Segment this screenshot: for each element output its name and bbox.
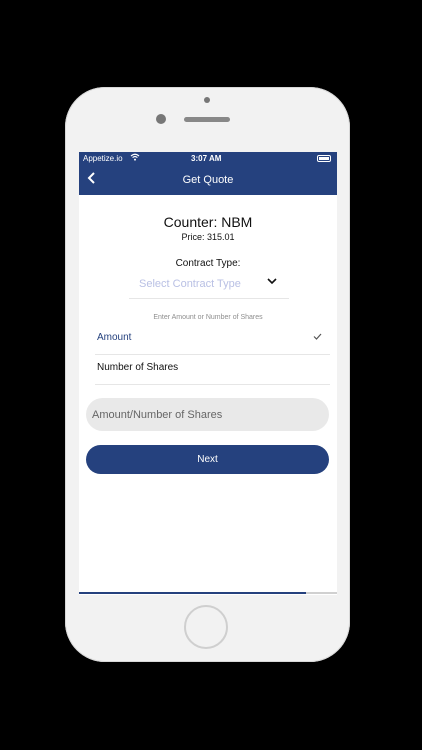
option-amount[interactable]: Amount — [95, 324, 330, 355]
sensor-dot — [204, 97, 210, 103]
amount-shares-input[interactable] — [86, 398, 329, 431]
counter-label: Counter: NBM — [163, 214, 253, 230]
next-button[interactable]: Next — [86, 445, 329, 474]
contract-type-label: Contract Type: — [175, 258, 241, 269]
battery-icon — [317, 155, 331, 162]
earpiece-speaker — [184, 117, 230, 122]
contract-type-placeholder: Select Contract Type — [139, 278, 241, 290]
status-bar: Appetize.io 3:07 AM — [79, 152, 337, 166]
option-label: Number of Shares — [97, 362, 179, 373]
page-title: Get Quote — [182, 174, 234, 186]
carrier-label: Appetize.io — [83, 154, 123, 163]
option-label: Amount — [97, 332, 132, 343]
nav-bar: Get Quote — [79, 166, 337, 195]
progress-fill — [79, 592, 307, 594]
option-number-of-shares[interactable]: Number of Shares — [95, 354, 330, 385]
checkmark-icon — [313, 332, 322, 343]
progress-bar — [79, 592, 337, 594]
front-camera — [156, 114, 166, 124]
entry-hint: Enter Amount or Number of Shares — [153, 314, 263, 321]
status-time: 3:07 AM — [191, 154, 222, 163]
app-screen: Appetize.io 3:07 AM Get Quote Counter: N… — [79, 152, 337, 595]
home-button[interactable] — [184, 605, 228, 649]
wifi-icon — [130, 153, 140, 163]
contract-type-select[interactable]: Select Contract Type — [129, 273, 289, 299]
price-label: Price: 315.01 — [181, 232, 235, 242]
chevron-down-icon — [267, 277, 277, 288]
